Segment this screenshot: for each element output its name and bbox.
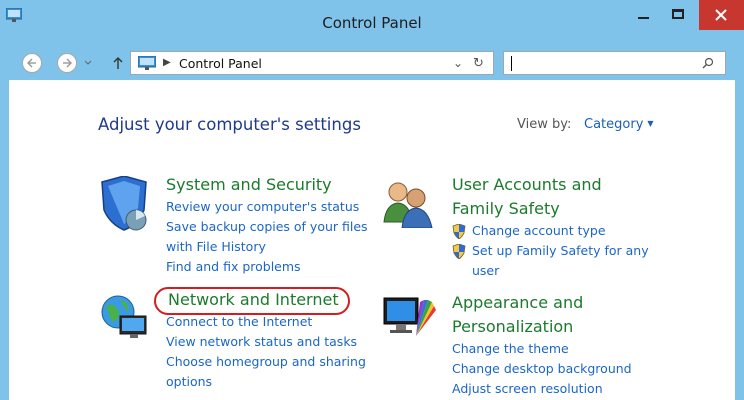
link-change-account-type[interactable]: Change account type bbox=[452, 221, 662, 241]
window-frame-right bbox=[735, 80, 744, 400]
control-panel-content: Adjust your computer's settings View by:… bbox=[9, 80, 735, 400]
uac-shield-icon bbox=[452, 244, 466, 259]
maximize-button[interactable] bbox=[664, 4, 692, 26]
breadcrumb-separator-icon[interactable]: ▶ bbox=[163, 57, 171, 68]
up-arrow-icon[interactable] bbox=[112, 56, 124, 70]
back-button[interactable] bbox=[22, 53, 42, 73]
link-save-backup[interactable]: Save backup copies of your files with Fi… bbox=[166, 217, 376, 257]
link-family-safety-text: Set up Family Safety for any user bbox=[472, 243, 649, 278]
category-user-accounts: User Accounts and Family Safety Change a… bbox=[452, 173, 662, 281]
window-frame-left bbox=[0, 80, 9, 400]
user-accounts-title-line1[interactable]: User Accounts and bbox=[452, 173, 662, 197]
uac-shield-icon bbox=[452, 224, 466, 239]
view-by-dropdown[interactable]: Category ▼ bbox=[584, 117, 654, 132]
refresh-icon[interactable]: ↻ bbox=[473, 56, 484, 71]
back-arrow-icon bbox=[27, 58, 36, 68]
minimize-icon bbox=[638, 17, 649, 19]
link-view-network-status[interactable]: View network status and tasks bbox=[166, 332, 376, 352]
view-by-label: View by: bbox=[517, 117, 572, 132]
system-security-title[interactable]: System and Security bbox=[166, 173, 376, 197]
link-change-account-type-text: Change account type bbox=[472, 223, 606, 238]
link-review-status[interactable]: Review your computer's status bbox=[166, 197, 376, 217]
navigation-bar: ▶ Control Panel ⌄ ↻ bbox=[0, 48, 744, 80]
close-button[interactable] bbox=[699, 0, 744, 30]
network-internet-title[interactable]: Network and Internet bbox=[168, 288, 376, 312]
maximize-icon bbox=[672, 9, 684, 19]
appearance-title-line1[interactable]: Appearance and bbox=[452, 291, 632, 315]
appearance-title-line2[interactable]: Personalization bbox=[452, 315, 632, 339]
dropdown-arrow-icon: ▼ bbox=[647, 119, 654, 128]
search-icon[interactable] bbox=[702, 57, 714, 69]
link-adjust-resolution[interactable]: Adjust screen resolution bbox=[452, 379, 632, 399]
link-change-desktop-background[interactable]: Change desktop background bbox=[452, 359, 632, 379]
recent-locations-icon[interactable] bbox=[84, 60, 92, 66]
system-security-shield-icon bbox=[101, 176, 147, 231]
category-system-security: System and Security Review your computer… bbox=[166, 173, 376, 277]
link-homegroup-sharing[interactable]: Choose homegroup and sharing options bbox=[166, 352, 376, 392]
breadcrumb-control-panel[interactable]: Control Panel bbox=[179, 56, 262, 71]
minimize-button[interactable] bbox=[630, 6, 658, 26]
user-accounts-icon bbox=[383, 182, 433, 228]
link-connect-internet[interactable]: Connect to the Internet bbox=[166, 312, 376, 332]
link-find-fix[interactable]: Find and fix problems bbox=[166, 257, 376, 277]
category-network-internet: Network and Internet Connect to the Inte… bbox=[166, 288, 376, 392]
category-appearance: Appearance and Personalization Change th… bbox=[452, 291, 632, 399]
link-family-safety[interactable]: Set up Family Safety for any user bbox=[452, 241, 662, 281]
address-field[interactable]: ▶ Control Panel ⌄ ↻ bbox=[130, 51, 494, 75]
forward-arrow-icon bbox=[63, 58, 72, 68]
user-accounts-title-line2[interactable]: Family Safety bbox=[452, 197, 662, 221]
text-caret bbox=[511, 56, 512, 71]
network-internet-icon bbox=[101, 295, 147, 338]
view-by-value: Category bbox=[584, 117, 644, 132]
search-input[interactable] bbox=[503, 51, 726, 75]
link-change-theme[interactable]: Change the theme bbox=[452, 339, 632, 359]
appearance-personalization-icon bbox=[383, 297, 436, 336]
page-heading: Adjust your computer's settings bbox=[98, 115, 361, 134]
close-icon bbox=[715, 9, 727, 21]
title-bar: Control Panel bbox=[0, 0, 744, 48]
address-dropdown-icon[interactable]: ⌄ bbox=[453, 56, 463, 70]
forward-button[interactable] bbox=[57, 53, 77, 73]
control-panel-icon bbox=[138, 56, 156, 70]
